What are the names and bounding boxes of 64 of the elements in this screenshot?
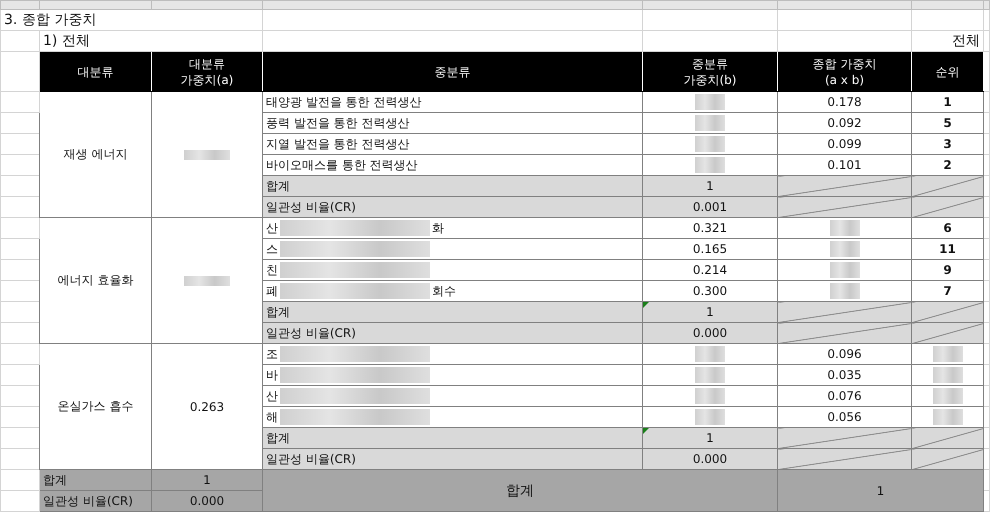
column-header: 대분류 bbox=[40, 52, 152, 92]
rank-value: 9 bbox=[943, 263, 952, 277]
consistency-ratio-value: 0.000 bbox=[190, 494, 224, 508]
subcategory-name: 산 bbox=[266, 220, 278, 236]
subcategory-name: 해 bbox=[266, 408, 278, 426]
category-cell: 재생 에너지 bbox=[40, 92, 152, 218]
subcategory-weight: 0.300 bbox=[692, 284, 728, 298]
column-header: 종합 가중치 (a x b) bbox=[778, 52, 912, 92]
combined-weight: 0.056 bbox=[827, 410, 862, 424]
subcategory-weight: 0.165 bbox=[692, 242, 728, 256]
column-header: 대분류 가중치(a) bbox=[152, 52, 262, 92]
subcategory-name-end: 화 bbox=[432, 220, 444, 236]
section-title: 3. 종합 가중치 bbox=[4, 12, 96, 28]
subcategory-name: 바 bbox=[266, 366, 278, 384]
combined-weight: 0.076 bbox=[827, 389, 862, 403]
combined-weight: 0.096 bbox=[827, 347, 862, 361]
consistency-ratio-value: 0.000 bbox=[692, 326, 728, 340]
combined-weight: 0.035 bbox=[827, 368, 862, 382]
subcategory-name: 친 bbox=[266, 262, 278, 278]
column-header: 순위 bbox=[912, 52, 984, 92]
subtotal-value: 1 bbox=[706, 305, 714, 319]
column-header: 중분류 bbox=[262, 52, 642, 92]
consistency-ratio-value: 0.000 bbox=[692, 452, 728, 466]
rank-value: 11 bbox=[939, 242, 956, 256]
combined-weight: 0.101 bbox=[827, 158, 862, 172]
subcategory-name: 조 bbox=[266, 346, 278, 362]
subcategory-name: 풍력 발전을 통한 전력생산 bbox=[266, 114, 410, 132]
rank-value: 2 bbox=[943, 158, 952, 172]
subcategory-weight: 0.321 bbox=[692, 221, 728, 235]
subtotal-label: 합계 bbox=[266, 430, 290, 444]
subcategory-name: 태양광 발전을 통한 전력생산 bbox=[266, 94, 422, 110]
grand-total-label: 합계 bbox=[506, 482, 534, 498]
subcategory-name: 지열 발전을 통한 전력생산 bbox=[266, 136, 410, 152]
subsection-title: 1) 전체 bbox=[43, 33, 90, 49]
subtotal-value: 1 bbox=[706, 431, 714, 445]
rank-value: 6 bbox=[943, 221, 952, 235]
subcategory-name: 바이오매스를 통한 전력생산 bbox=[266, 156, 418, 174]
rank-value: 5 bbox=[943, 116, 952, 130]
subcategory-name: 폐 bbox=[266, 282, 278, 300]
subcategory-name: 산 bbox=[266, 388, 278, 404]
category-weight: 0.263 bbox=[190, 400, 224, 414]
rank-value: 7 bbox=[943, 284, 952, 298]
consistency-ratio-label: 일관성 비율(CR) bbox=[266, 452, 356, 466]
grand-total-value: 1 bbox=[876, 484, 884, 498]
combined-weight: 0.099 bbox=[827, 137, 862, 151]
consistency-ratio-label: 일관성 비율(CR) bbox=[43, 494, 133, 508]
category-cell: 에너지 효율화 bbox=[40, 218, 152, 344]
total-label: 합계 bbox=[43, 472, 67, 486]
scope-label: 전체 bbox=[952, 33, 980, 49]
subcategory-weight: 0.214 bbox=[692, 263, 728, 277]
subcategory-name: 스 bbox=[266, 240, 278, 258]
consistency-ratio-value: 0.001 bbox=[692, 200, 728, 214]
total-value: 1 bbox=[203, 473, 211, 487]
subtotal-value: 1 bbox=[706, 179, 714, 193]
combined-weight: 0.092 bbox=[827, 116, 862, 130]
subtotal-label: 합계 bbox=[266, 304, 290, 318]
consistency-ratio-label: 일관성 비율(CR) bbox=[266, 200, 356, 214]
column-header: 중분류 가중치(b) bbox=[642, 52, 778, 92]
subcategory-name-end: 회수 bbox=[432, 282, 456, 300]
rank-value: 1 bbox=[943, 95, 952, 109]
rank-value: 3 bbox=[943, 137, 952, 151]
combined-weight: 0.178 bbox=[827, 95, 862, 109]
subtotal-label: 합계 bbox=[266, 178, 290, 192]
consistency-ratio-label: 일관성 비율(CR) bbox=[266, 326, 356, 340]
